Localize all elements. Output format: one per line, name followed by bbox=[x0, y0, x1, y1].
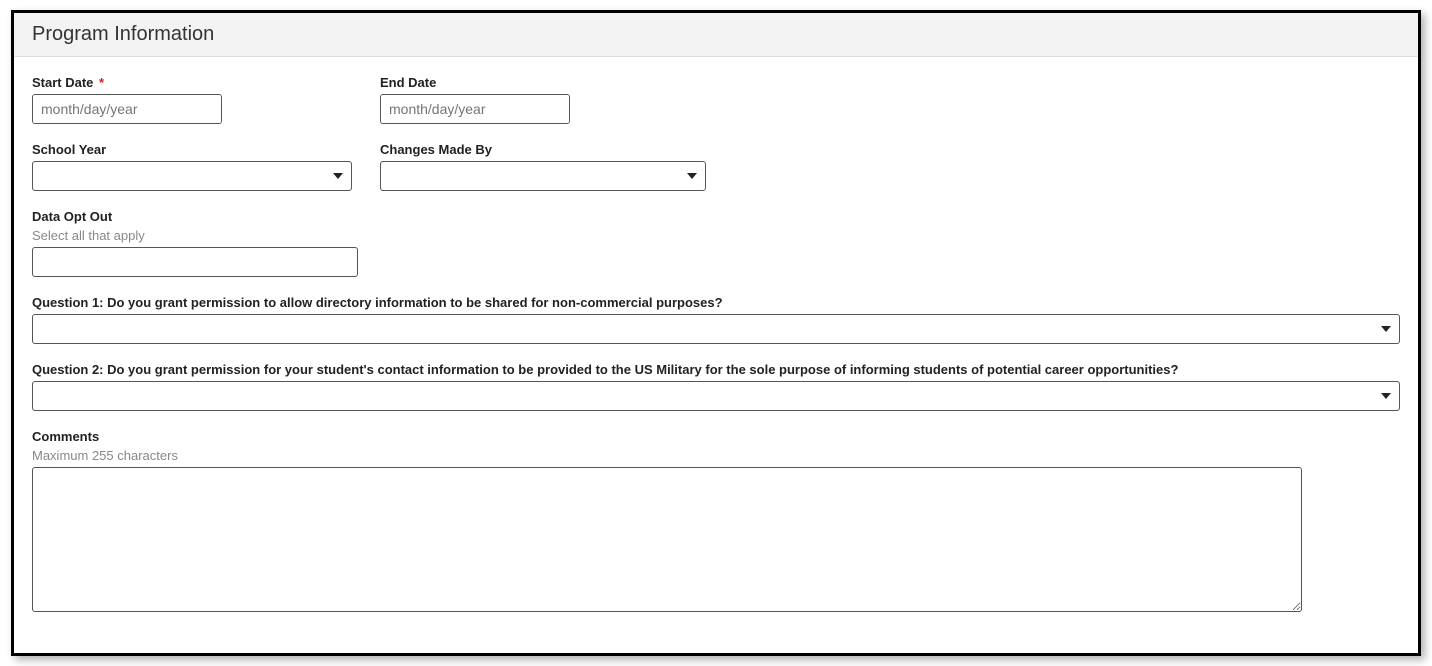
field-comments: Comments Maximum 255 characters bbox=[32, 429, 1400, 617]
end-date-label: End Date bbox=[380, 75, 570, 90]
field-school-year: School Year bbox=[32, 142, 352, 191]
row-dates: Start Date * End Date bbox=[32, 75, 1400, 124]
chevron-down-icon bbox=[1381, 393, 1391, 399]
comments-helper: Maximum 255 characters bbox=[32, 448, 1400, 463]
comments-label: Comments bbox=[32, 429, 1400, 444]
field-question-1: Question 1: Do you grant permission to a… bbox=[32, 295, 1400, 344]
question-2-label: Question 2: Do you grant permission for … bbox=[32, 362, 1400, 377]
panel-title: Program Information bbox=[14, 13, 1418, 57]
end-date-input[interactable] bbox=[381, 95, 570, 123]
required-indicator: * bbox=[99, 75, 104, 90]
chevron-down-icon bbox=[1381, 326, 1391, 332]
data-opt-out-input[interactable] bbox=[32, 247, 358, 277]
chevron-down-icon bbox=[333, 173, 343, 179]
program-information-panel: Program Information Start Date * End Dat… bbox=[11, 10, 1421, 656]
data-opt-out-label: Data Opt Out bbox=[32, 209, 1400, 224]
field-question-2: Question 2: Do you grant permission for … bbox=[32, 362, 1400, 411]
field-data-opt-out: Data Opt Out Select all that apply bbox=[32, 209, 1400, 277]
start-date-label: Start Date * bbox=[32, 75, 222, 90]
start-date-control bbox=[32, 94, 222, 124]
school-year-label: School Year bbox=[32, 142, 352, 157]
field-start-date: Start Date * bbox=[32, 75, 222, 124]
field-changes-made-by: Changes Made By bbox=[380, 142, 706, 191]
changes-made-by-label: Changes Made By bbox=[380, 142, 706, 157]
row-selects: School Year Changes Made By bbox=[32, 142, 1400, 191]
field-end-date: End Date bbox=[380, 75, 570, 124]
question-1-select[interactable] bbox=[32, 314, 1400, 344]
comments-textarea[interactable] bbox=[32, 467, 1302, 612]
question-1-label: Question 1: Do you grant permission to a… bbox=[32, 295, 1400, 310]
chevron-down-icon bbox=[687, 173, 697, 179]
start-date-label-text: Start Date bbox=[32, 75, 93, 90]
changes-made-by-select[interactable] bbox=[380, 161, 706, 191]
end-date-control bbox=[380, 94, 570, 124]
panel-body: Start Date * End Date bbox=[14, 57, 1418, 653]
start-date-input[interactable] bbox=[33, 95, 222, 123]
question-2-select[interactable] bbox=[32, 381, 1400, 411]
school-year-select[interactable] bbox=[32, 161, 352, 191]
data-opt-out-helper: Select all that apply bbox=[32, 228, 1400, 243]
